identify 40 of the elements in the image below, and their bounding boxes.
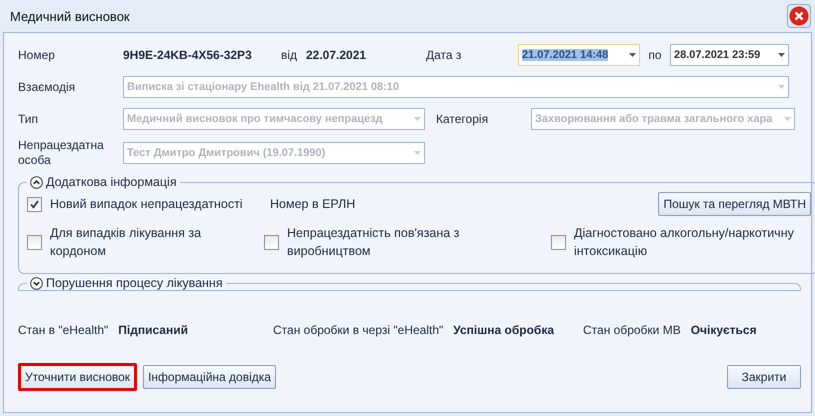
checkbox[interactable]: [551, 234, 566, 250]
document-date: 22.07.2021: [306, 48, 368, 62]
check-icon: [30, 200, 39, 208]
search-button[interactable]: Пошук та перегляд МВТН: [658, 192, 811, 216]
field-label: по: [647, 48, 663, 62]
checkbox[interactable]: [264, 234, 279, 250]
status-label: Стан обробки МВ: [583, 323, 681, 337]
action-button[interactable]: Уточнити висновок: [18, 363, 138, 391]
status-value: Успішна обробка: [453, 323, 554, 337]
close-dialog-button[interactable]: Закрити: [727, 365, 801, 389]
caret-icon[interactable]: [629, 53, 636, 57]
action-button[interactable]: Інформаційна довідка: [143, 365, 276, 389]
checkbox[interactable]: [27, 196, 42, 212]
status-label: Стан обробки в черзі "eHealth": [273, 323, 444, 337]
caret-icon[interactable]: [778, 53, 785, 57]
group-title: Порушення процесу лікування: [46, 276, 223, 290]
group-title: Додаткова інформація: [46, 175, 177, 189]
field-label: Категорія: [435, 112, 490, 126]
checkbox-label: Для випадків лікування за кордоном: [50, 225, 202, 260]
checkbox[interactable]: [27, 234, 42, 250]
status-value: Очікується: [690, 323, 757, 337]
field-label: Непрацездатна особа: [18, 138, 105, 168]
dropdown-field[interactable]: 21.07.2021 14:48: [518, 44, 640, 66]
collapse-icon[interactable]: [30, 176, 43, 188]
status-value: Підписаний: [118, 323, 188, 337]
field-label: Номер: [18, 48, 56, 62]
close-button[interactable]: [787, 4, 811, 28]
checkbox-label: Новий випадок непрацездатності: [50, 196, 244, 213]
checkbox-label: Непрацездатність пов'язана з виробництвом: [287, 225, 460, 260]
field-label: Дата з: [426, 48, 462, 62]
field-label: Номер в ЕРЛН: [270, 196, 356, 213]
expand-icon[interactable]: [30, 276, 43, 290]
checkbox-label: Діагностовано алкогольну/наркотичну інтоксикацію: [574, 225, 794, 260]
status-label: Стан в "eHealth": [18, 323, 108, 337]
document-number: 9H9E-24KB-4X56-32P3: [123, 48, 253, 62]
field-label: Взаємодія: [18, 80, 76, 94]
field-label: Тип: [18, 112, 40, 126]
field-label: від: [281, 48, 298, 62]
window-title: Медичний висновок: [10, 8, 130, 24]
dropdown-field[interactable]: 28.07.2021 23:59: [670, 44, 789, 66]
